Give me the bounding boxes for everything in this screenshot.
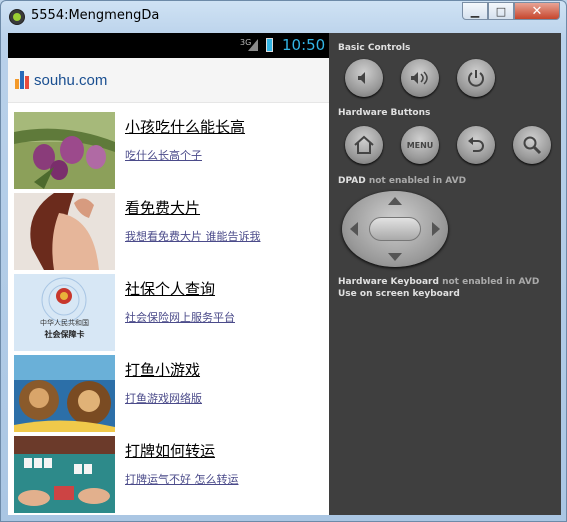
signal-icon (248, 39, 258, 51)
phone-screen[interactable]: 3G 10:50 souhu.com 小孩吃什么能长高 吃什么长高个子 看免费大… (8, 33, 329, 515)
feed-item[interactable]: 小孩吃什么能长高 吃什么长高个子 (14, 112, 329, 189)
search-icon (523, 136, 542, 155)
keyboard-label: Hardware Keyboard (338, 277, 439, 287)
search-button[interactable] (513, 126, 551, 164)
feed-item-subtitle[interactable]: 吃什么长高个子 (125, 147, 202, 163)
power-button[interactable] (457, 59, 495, 97)
feed-item-title[interactable]: 社保个人查询 (125, 278, 215, 299)
feed-item-title[interactable]: 打牌如何转运 (125, 440, 215, 461)
dpad-up-icon[interactable] (388, 197, 402, 205)
volume-down-button[interactable] (345, 59, 383, 97)
volume-down-icon (358, 72, 365, 84)
dpad-left-icon[interactable] (350, 222, 358, 236)
woman-back-image (14, 193, 115, 270)
dpad-right-icon[interactable] (432, 222, 440, 236)
battery-icon (266, 38, 273, 52)
card-type-text: 社会保障卡 (44, 330, 85, 339)
menu-button[interactable]: MENU (401, 126, 439, 164)
dpad-center-button[interactable] (369, 217, 421, 241)
feed-item-subtitle[interactable]: 打鱼游戏网络版 (125, 390, 202, 406)
dpad-down-icon[interactable] (388, 253, 402, 261)
back-button[interactable] (457, 126, 495, 164)
status-clock: 10:50 (282, 36, 326, 54)
feed-item[interactable]: 中华人民共和国 社会保障卡 社保个人查询 社会保险网上服务平台 (14, 274, 329, 351)
keyboard-heading: Hardware Keyboard not enabled in AVD (338, 277, 539, 287)
maximize-button[interactable]: □ (488, 2, 514, 20)
minimize-button[interactable]: ▁ (462, 2, 488, 20)
hardware-buttons-heading: Hardware Buttons (338, 108, 431, 118)
close-button[interactable]: ✕ (514, 2, 560, 20)
feed-item-title[interactable]: 小孩吃什么能长高 (125, 116, 245, 137)
feed-item-subtitle[interactable]: 社会保险网上服务平台 (125, 309, 235, 325)
feed-item-subtitle[interactable]: 我想看免费大片 谁能告诉我 (125, 228, 261, 244)
basic-controls-heading: Basic Controls (338, 43, 411, 53)
logo-icon (15, 71, 33, 89)
social-security-card-image: 中华人民共和国 社会保障卡 (14, 274, 115, 351)
feed-item[interactable]: 看免费大片 我想看免费大片 谁能告诉我 (14, 193, 329, 270)
dpad-label: DPAD (338, 176, 366, 186)
volume-up-icon (411, 71, 428, 85)
dpad-heading: DPAD not enabled in AVD (338, 176, 466, 186)
dpad-note: not enabled in AVD (368, 176, 467, 186)
site-header[interactable]: souhu.com (8, 58, 329, 103)
keyboard-note: not enabled in AVD (442, 277, 540, 287)
emulator-controls-panel: Basic Controls Hardware Buttons MENU DPA… (329, 33, 561, 515)
feed-item[interactable]: 打牌如何转运 打牌运气不好 怎么转运 (14, 436, 329, 513)
volume-up-button[interactable] (401, 59, 439, 97)
keyboard-hint: Use on screen keyboard (338, 289, 460, 299)
window-title: 5554:MengmengDa (31, 8, 160, 23)
status-bar: 3G 10:50 (8, 33, 329, 58)
home-button[interactable] (345, 126, 383, 164)
card-country-text: 中华人民共和国 (40, 319, 89, 327)
feed-item-subtitle[interactable]: 打牌运气不好 怎么转运 (125, 471, 239, 487)
power-icon (468, 70, 484, 87)
android-emulator-icon (9, 9, 25, 25)
emulator-client: 3G 10:50 souhu.com 小孩吃什么能长高 吃什么长高个子 看免费大… (8, 33, 561, 515)
cartoon-bears-image (14, 355, 115, 432)
mahjong-image (14, 436, 115, 513)
title-bar[interactable]: 5554:MengmengDa ▁ □ ✕ (1, 1, 566, 33)
feed-item[interactable]: 打鱼小游戏 打鱼游戏网络版 (14, 355, 329, 432)
dpad[interactable] (342, 191, 448, 267)
emulator-window: 5554:MengmengDa ▁ □ ✕ 3G 10:50 souhu.com (0, 0, 567, 522)
feed-item-title[interactable]: 打鱼小游戏 (125, 359, 200, 380)
brand-name: souhu.com (34, 72, 108, 89)
back-icon (468, 137, 484, 152)
feed-item-title[interactable]: 看免费大片 (125, 197, 200, 218)
plums-image (14, 112, 115, 189)
home-icon (354, 135, 374, 154)
